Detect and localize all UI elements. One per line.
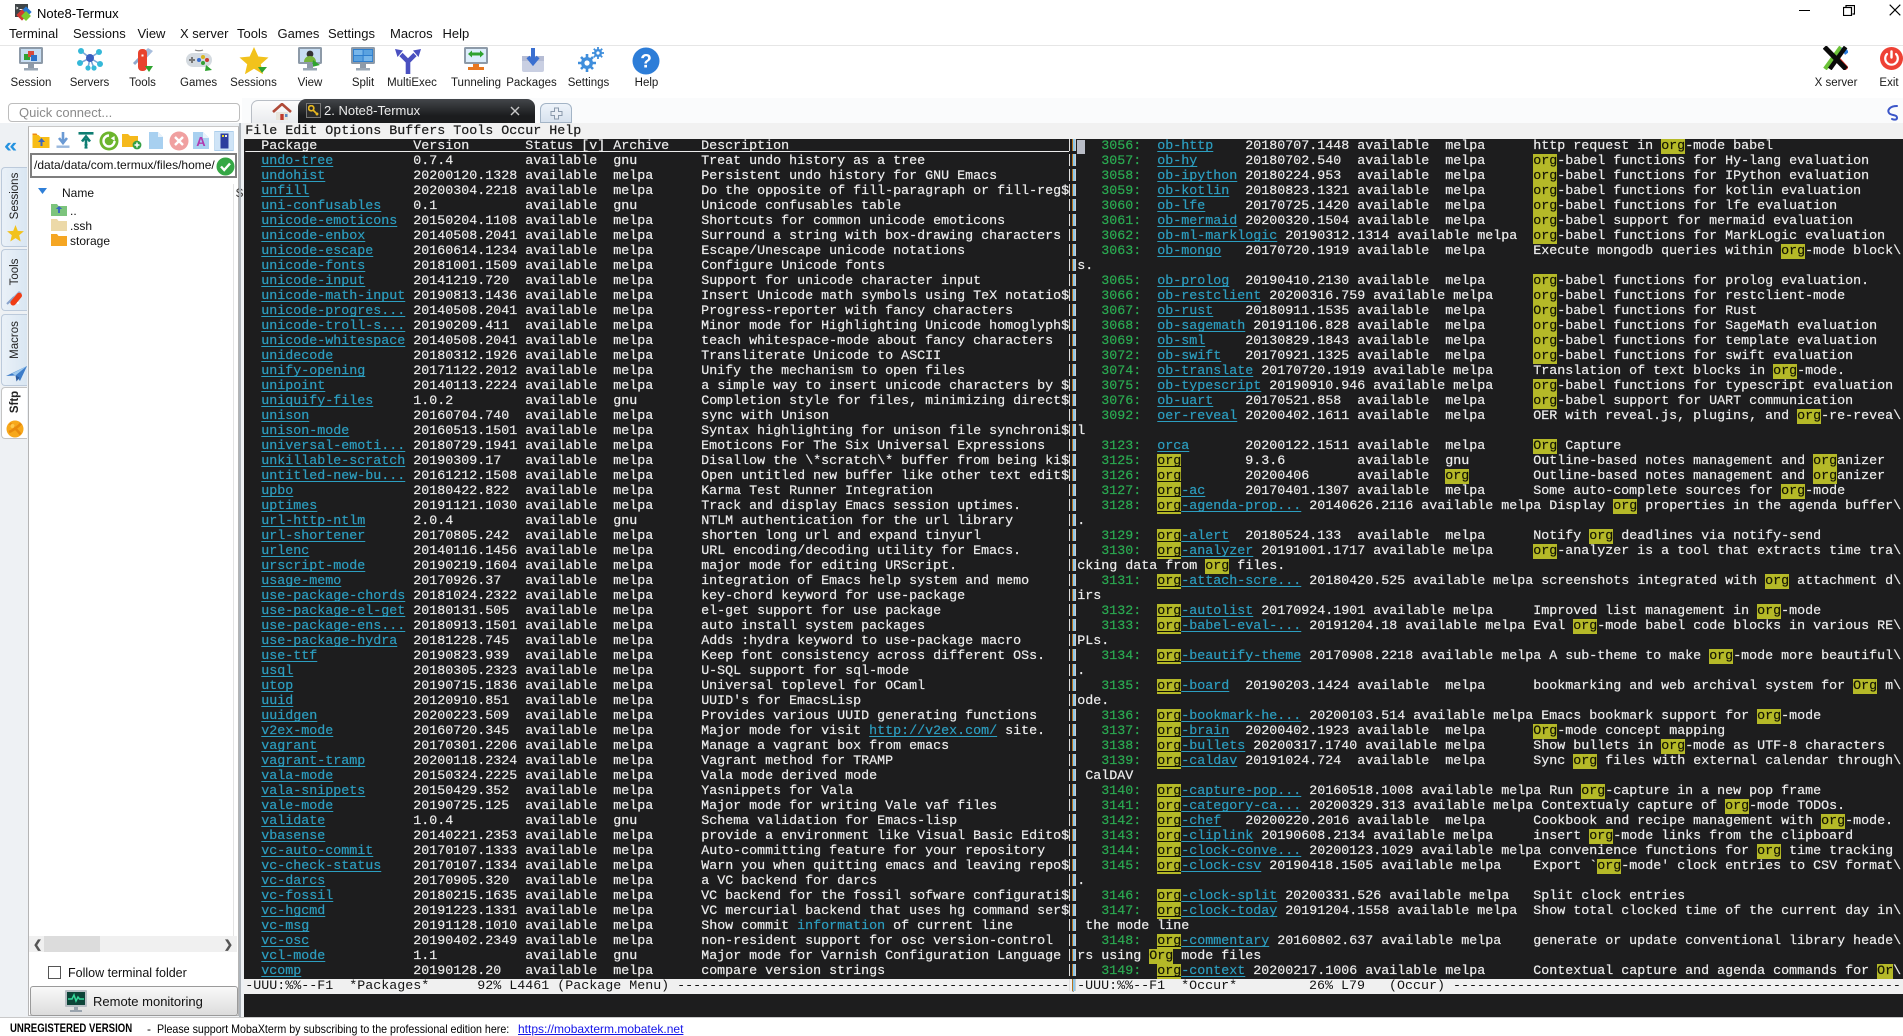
svg-text:?: ?	[640, 52, 652, 73]
svg-text:A: A	[196, 134, 206, 149]
